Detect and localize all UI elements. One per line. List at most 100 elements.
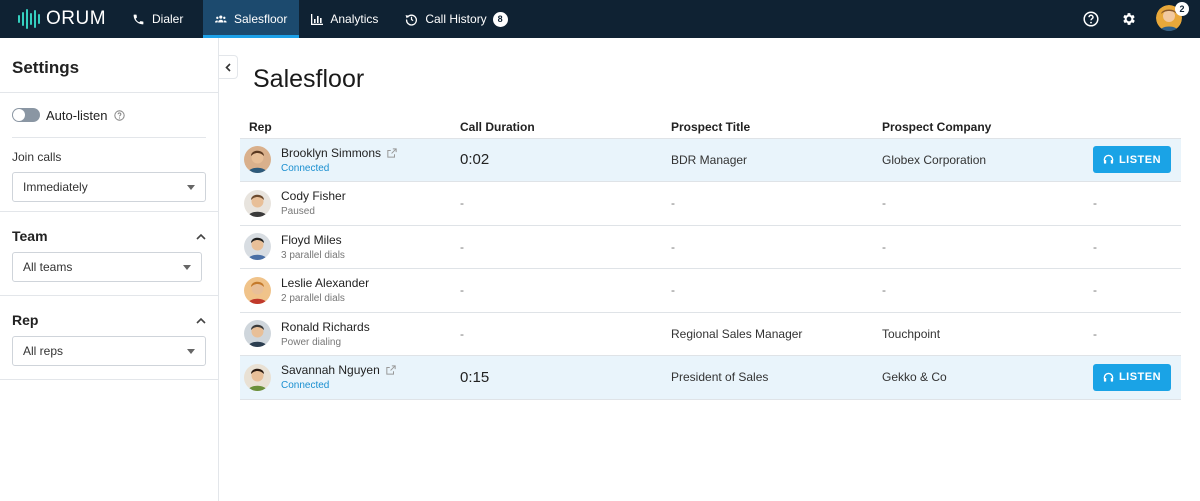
nav-salesfloor[interactable]: Salesfloor (203, 0, 300, 38)
prospect-company: Globex Corporation (882, 152, 987, 167)
rep-status: Power dialing (281, 336, 342, 348)
rep-cell: Brooklyn Simmons Connected (240, 138, 451, 182)
prospect-title-cell: - (662, 181, 873, 226)
chevron-down-icon (187, 185, 195, 190)
table-row[interactable]: Brooklyn Simmons Connected 0:02 BDR Mana… (240, 138, 1181, 182)
rep-name[interactable]: Leslie Alexander (281, 276, 369, 290)
rep-status: Connected (281, 162, 330, 174)
listen-button[interactable]: LISTEN (1093, 363, 1171, 391)
no-action: - (1093, 239, 1097, 254)
rep-name[interactable]: Savannah Nguyen (281, 363, 380, 377)
nav-analytics[interactable]: Analytics (299, 0, 393, 38)
join-calls-label: Join calls (12, 150, 62, 164)
table-row[interactable]: Savannah Nguyen Connected 0:15 President… (240, 355, 1181, 400)
gear-icon (1123, 13, 1135, 25)
prospect-title-cell: BDR Manager (662, 138, 873, 182)
no-action: - (1093, 326, 1097, 341)
help-icon (1083, 11, 1099, 27)
listen-label: LISTEN (1118, 153, 1162, 166)
prospect-company: - (882, 196, 886, 211)
help-circle-icon[interactable] (114, 109, 126, 121)
chevron-up-icon[interactable] (196, 317, 206, 324)
rep-avatar (244, 189, 271, 217)
nav-call-history-label: Call History (425, 12, 487, 26)
rep-select[interactable]: All reps (12, 336, 206, 366)
team-select[interactable]: All teams (12, 252, 202, 282)
external-link-icon[interactable] (387, 148, 397, 158)
table-row[interactable]: Cody Fisher Paused - - - - (240, 181, 1181, 226)
table-row[interactable]: Ronald Richards Power dialing - Regional… (240, 312, 1181, 356)
rep-status: 2 parallel dials (281, 293, 345, 305)
user-avatar[interactable]: 2 (1156, 2, 1189, 33)
prospect-title-cell: President of Sales (662, 355, 873, 400)
prospect-title-cell: - (662, 225, 873, 269)
column-header-rep[interactable]: Rep (240, 116, 451, 139)
rep-cell: Leslie Alexander 2 parallel dials (240, 268, 451, 313)
call-duration-cell: - (451, 225, 662, 269)
join-calls-select[interactable]: Immediately (12, 172, 206, 202)
table-row[interactable]: Leslie Alexander 2 parallel dials - - - … (240, 268, 1181, 313)
nav-call-history[interactable]: Call History 8 (393, 0, 519, 38)
settings-button[interactable] (1110, 0, 1148, 38)
history-icon (405, 14, 418, 26)
call-duration: - (460, 239, 464, 254)
rep-status: Connected (281, 380, 330, 392)
settings-sidebar: Settings Auto-listen Join calls Immediat… (0, 38, 219, 501)
headphones-icon (1103, 372, 1114, 382)
nav-dialer-label: Dialer (152, 12, 184, 26)
call-duration: - (460, 196, 464, 211)
auto-listen-row: Auto-listen (12, 93, 206, 138)
rep-section: Rep All reps (0, 296, 218, 380)
prospect-company-cell: Touchpoint (873, 312, 1084, 356)
brand-logo[interactable]: ORUM (0, 0, 122, 38)
top-navigation: ORUM Dialer Salesfloor Analytics Call Hi… (0, 0, 1200, 38)
rep-name[interactable]: Cody Fisher (281, 189, 346, 203)
action-cell: - (1084, 268, 1181, 313)
brand-name: ORUM (46, 8, 107, 29)
team-section: Team All teams (0, 212, 218, 296)
bar-chart-icon (311, 13, 324, 25)
prospect-title: - (671, 283, 675, 298)
rep-avatar (244, 233, 271, 261)
listen-button[interactable]: LISTEN (1093, 146, 1171, 174)
action-cell: LISTEN (1084, 138, 1181, 182)
prospect-title: - (671, 196, 675, 211)
rep-name[interactable]: Floyd Miles (281, 233, 342, 247)
help-button[interactable] (1072, 0, 1110, 38)
auto-listen-label: Auto-listen (46, 107, 108, 123)
join-calls-value: Immediately (23, 180, 88, 194)
auto-listen-toggle[interactable] (12, 108, 40, 122)
column-header-call-duration[interactable]: Call Duration (451, 116, 662, 139)
external-link-icon[interactable] (386, 365, 396, 375)
prospect-company-cell: - (873, 268, 1084, 313)
rep-cell: Floyd Miles 3 parallel dials (240, 225, 451, 269)
rep-avatar (244, 276, 271, 304)
rep-heading: Rep (12, 312, 39, 328)
no-action: - (1093, 283, 1097, 298)
prospect-title: BDR Manager (671, 152, 748, 167)
avatar-badge: 2 (1175, 2, 1189, 16)
no-action: - (1093, 196, 1097, 211)
phone-icon (133, 14, 144, 24)
action-cell: LISTEN (1084, 355, 1181, 400)
chevron-up-icon[interactable] (196, 233, 206, 240)
prospect-title: - (671, 239, 675, 254)
prospect-title: President of Sales (671, 370, 769, 385)
rep-status: 3 parallel dials (281, 249, 345, 261)
rep-value: All reps (23, 344, 64, 358)
column-header-prospect-company[interactable]: Prospect Company (873, 116, 1084, 139)
users-icon (215, 15, 227, 23)
rep-name[interactable]: Ronald Richards (281, 320, 370, 334)
team-heading: Team (12, 228, 48, 244)
rep-status: Paused (281, 206, 315, 218)
sidebar-title: Settings (0, 38, 218, 93)
main-content: Salesfloor Rep Call Duration Prospect Ti… (240, 38, 1181, 400)
collapse-sidebar-button[interactable] (219, 55, 238, 79)
page-title: Salesfloor (253, 65, 365, 93)
table-row[interactable]: Floyd Miles 3 parallel dials - - - - (240, 225, 1181, 269)
action-cell: - (1084, 225, 1181, 269)
prospect-company: - (882, 239, 886, 254)
column-header-prospect-title[interactable]: Prospect Title (662, 116, 873, 139)
rep-name[interactable]: Brooklyn Simmons (281, 146, 381, 160)
nav-dialer[interactable]: Dialer (122, 0, 203, 38)
